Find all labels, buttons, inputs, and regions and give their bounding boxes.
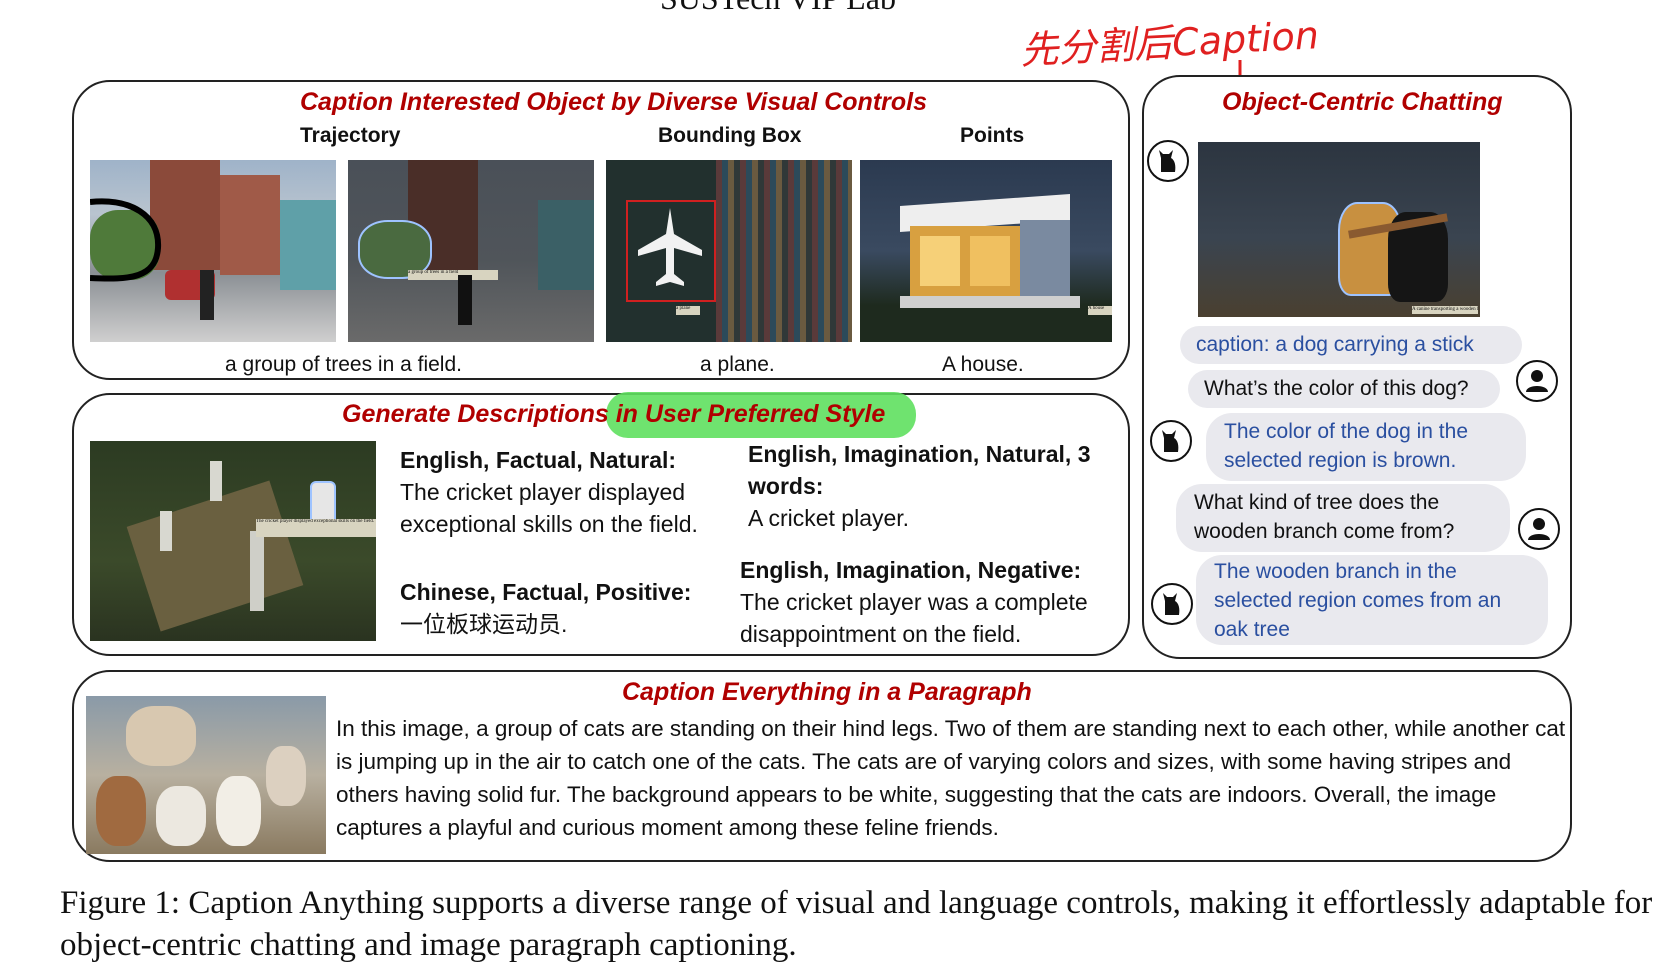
chat-panel-title: Object-Centric Chatting bbox=[1222, 88, 1503, 116]
airport-plane-image: a plane bbox=[606, 160, 852, 342]
handwritten-annotation: 先分割后Caption bbox=[1019, 13, 1320, 73]
caption-trees: a group of trees in a field. bbox=[225, 353, 462, 376]
style-item-4: English, Imagination, Negative: The cric… bbox=[740, 557, 1088, 647]
user-avatar-icon bbox=[1518, 508, 1560, 550]
chat-message-bot: The wooden branch in the selected region… bbox=[1196, 555, 1548, 645]
caption-plane: a plane. bbox=[700, 353, 775, 376]
style-item-1: English, Factual, Natural: The cricket p… bbox=[400, 447, 698, 537]
bot-cat-icon bbox=[1150, 420, 1192, 462]
paragraph-text: In this image, a group of cats are stand… bbox=[336, 716, 1566, 840]
bot-cat-icon bbox=[1147, 140, 1189, 182]
street-trees-image bbox=[90, 160, 336, 342]
cricket-image: The cricket player displayed exceptional… bbox=[90, 441, 376, 641]
bot-cat-icon bbox=[1151, 583, 1193, 625]
chat-message-user: What kind of tree does the wooden branch… bbox=[1176, 484, 1510, 552]
chat-message-user: What’s the color of this dog? bbox=[1188, 370, 1500, 408]
paragraph-panel-title: Caption Everything in a Paragraph bbox=[622, 678, 1032, 706]
user-avatar-icon bbox=[1516, 360, 1558, 402]
dog-image: A canine transporting a wooden branch bbox=[1198, 142, 1480, 317]
style-item-2: English, Imagination, Natural, 3 words: … bbox=[748, 441, 1091, 531]
column-head-points: Points bbox=[960, 124, 1025, 147]
cats-image bbox=[86, 696, 326, 854]
street-trees-mask-image: a group of trees in a field bbox=[348, 160, 594, 342]
style-panel-title: Generate Descriptions in User Preferred … bbox=[342, 400, 886, 428]
header-fragment: SUSTech VIP Lab bbox=[660, 0, 896, 17]
caption-house: A house. bbox=[942, 353, 1024, 376]
chat-message-bot: The color of the dog in the selected reg… bbox=[1206, 413, 1526, 481]
chat-message-bot: caption: a dog carrying a stick bbox=[1180, 326, 1522, 364]
house-image: A house bbox=[860, 160, 1112, 342]
visual-controls-title: Caption Interested Object by Diverse Vis… bbox=[300, 88, 928, 116]
style-item-3: Chinese, Factual, Positive: 一位板球运动员. bbox=[400, 579, 692, 637]
figure-caption: Figure 1: Caption Anything supports a di… bbox=[60, 885, 1653, 963]
column-head-trajectory: Trajectory bbox=[300, 124, 401, 147]
column-head-bounding-box: Bounding Box bbox=[658, 124, 802, 147]
